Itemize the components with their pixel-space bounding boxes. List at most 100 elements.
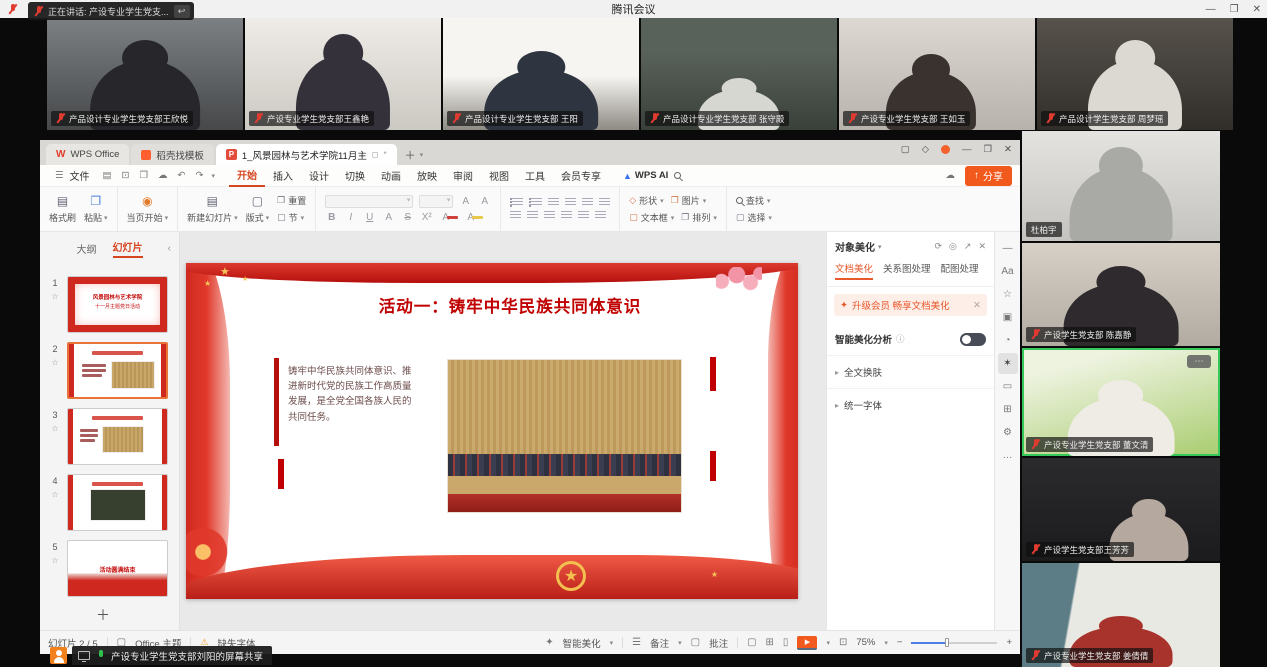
favorites-icon[interactable]: ☆ xyxy=(998,284,1018,305)
increase-indent-icon[interactable] xyxy=(565,198,576,207)
wps-restore-button[interactable]: ❐ xyxy=(984,144,993,155)
notes-sidebar-icon[interactable]: ▭ xyxy=(998,376,1018,397)
decrease-indent-icon[interactable] xyxy=(548,198,559,207)
fit-window-icon[interactable]: ⊡ xyxy=(839,637,847,648)
cloud-status-icon[interactable]: ☁ xyxy=(944,170,958,181)
properties-icon[interactable]: Aa xyxy=(998,261,1018,282)
ribbon-tab-tools[interactable]: 工具 xyxy=(517,165,553,186)
zoom-level[interactable]: 75% xyxy=(856,637,875,648)
slideshow-play-button[interactable]: ▶ xyxy=(797,636,817,650)
window-layout-icon[interactable]: ▢ xyxy=(901,144,910,155)
text-direction-icon[interactable] xyxy=(599,198,610,207)
slide-canvas[interactable]: ★ ★ ★ ★ ★ 活动一：铸牢中华民族共同体意识 铸牢中华民族共同体意识、推进… xyxy=(180,232,826,630)
comments-button[interactable]: 批注 xyxy=(709,636,728,650)
tab-diagram-process[interactable]: 关系图处理 xyxy=(883,261,931,280)
more-options-icon[interactable]: ⋯ xyxy=(1187,355,1211,368)
apps-grid-icon[interactable]: ⊞ xyxy=(998,399,1018,420)
tab-wps-home[interactable]: W WPS Office xyxy=(46,144,129,165)
reading-view-icon[interactable]: ▯ xyxy=(783,637,789,648)
ribbon-tab-transition[interactable]: 切换 xyxy=(337,165,373,186)
star-icon[interactable]: ☆ xyxy=(51,358,58,367)
font-name-select[interactable] xyxy=(325,195,413,208)
search-icon[interactable] xyxy=(674,172,681,179)
maximize-button[interactable]: ❐ xyxy=(1230,4,1239,15)
output-icon[interactable]: ⊡ xyxy=(120,170,132,181)
section-button[interactable]: ▢ 节▾ xyxy=(277,211,306,224)
close-panel-icon[interactable]: ✕ xyxy=(978,241,986,252)
shapes-button[interactable]: ◇形状▾ xyxy=(629,194,663,207)
notes-button[interactable]: 备注 xyxy=(650,636,669,650)
section-unify-fonts[interactable]: ▸ 统一字体 xyxy=(827,388,994,421)
add-slide-button[interactable]: ＋ xyxy=(96,605,179,625)
pin-icon[interactable]: ↗ xyxy=(964,241,972,252)
quickbar-caret-icon[interactable]: ▾ xyxy=(211,172,215,180)
tab-slides[interactable]: 幻灯片 xyxy=(113,239,143,258)
ribbon-tab-animation[interactable]: 动画 xyxy=(373,165,409,186)
star-icon[interactable]: ☆ xyxy=(51,424,58,433)
tab-current-document[interactable]: P 1_风景园林与艺术学院11月主 ◻ * xyxy=(216,144,397,165)
skin-icon[interactable]: ◇ xyxy=(922,144,929,155)
history-icon[interactable]: ◔ xyxy=(998,330,1018,351)
video-tile[interactable]: 杜柏宇 xyxy=(1022,131,1220,241)
save-icon[interactable]: ▤ xyxy=(101,170,114,181)
slide-thumbnail-5[interactable]: 5☆ 活动圆满结束 xyxy=(48,540,173,597)
tab-list-caret-icon[interactable]: ▾ xyxy=(420,151,424,159)
picture-button[interactable]: ❐图片▾ xyxy=(671,194,707,207)
strikethrough-button[interactable]: S xyxy=(401,212,414,223)
material-library-icon[interactable]: ▣ xyxy=(998,307,1018,328)
normal-view-icon[interactable]: ▢ xyxy=(747,637,756,648)
minimize-button[interactable]: — xyxy=(1206,4,1216,15)
ribbon-tab-insert[interactable]: 插入 xyxy=(265,165,301,186)
paste-button[interactable]: ❐ 粘贴▾ xyxy=(84,194,108,224)
textbox-button[interactable]: ▢文本框▾ xyxy=(629,211,674,224)
meeting-app-icon[interactable] xyxy=(50,647,67,664)
decrease-font-icon[interactable]: A xyxy=(478,196,491,207)
section-full-reskin[interactable]: ▸ 全文换肤 xyxy=(827,355,994,388)
play-from-current-button[interactable]: ◉ 当页开始▾ xyxy=(127,194,169,224)
beautify-icon[interactable]: ✶ xyxy=(998,353,1018,374)
settings-icon[interactable]: ⚙ xyxy=(998,422,1018,443)
slide-thumbnail-2-selected[interactable]: 2☆ xyxy=(48,342,173,399)
star-icon[interactable]: ☆ xyxy=(51,490,58,499)
video-tile[interactable]: 产设学生党支部王芳芳 xyxy=(1022,458,1220,561)
ribbon-tab-home[interactable]: 开始 xyxy=(229,164,265,187)
slide-photo-meeting-hall[interactable] xyxy=(448,360,681,512)
font-size-select[interactable] xyxy=(419,195,453,208)
slide-layout-button[interactable]: ▢ 版式▾ xyxy=(246,194,270,224)
underline-button[interactable]: U xyxy=(363,212,376,223)
collapse-panel-icon[interactable]: ‹ xyxy=(168,243,171,254)
file-menu[interactable]: ☰ 文件 xyxy=(48,168,95,183)
wps-minimize-button[interactable]: — xyxy=(962,144,972,155)
share-status-toast[interactable]: 产设专业学生党支部刘阳的屏幕共享 xyxy=(72,646,272,665)
collapse-sidebar-icon[interactable]: — xyxy=(998,238,1018,259)
video-tile[interactable]: 产设专业学生党支部王鑫艳 xyxy=(245,18,441,130)
undo-icon[interactable]: ↶ xyxy=(176,170,188,181)
more-tools-icon[interactable]: … xyxy=(998,445,1018,466)
new-tab-button[interactable]: ＋ xyxy=(405,147,416,163)
video-tile-active-speaker[interactable]: ⋯ 产设专业学生党支部 董文清 xyxy=(1022,348,1220,456)
columns-icon[interactable] xyxy=(578,211,589,220)
tab-doc-beautify[interactable]: 文档美化 xyxy=(835,261,873,280)
bullet-list-icon[interactable] xyxy=(510,198,523,207)
feedback-icon[interactable]: ◎ xyxy=(949,241,957,252)
video-tile[interactable]: 产品设计专业学生党支部王欣悦 xyxy=(47,18,243,130)
video-tile[interactable]: 产设学生党支部 陈嘉静 xyxy=(1022,243,1220,346)
format-painter-button[interactable]: ▤ 格式刷 xyxy=(49,194,76,224)
ribbon-tab-review[interactable]: 审阅 xyxy=(445,165,481,186)
char-border-button[interactable]: A xyxy=(382,212,395,223)
video-tile[interactable]: 产品设计专业学生党支部 张守殿 xyxy=(641,18,837,130)
slide-title[interactable]: 活动一：铸牢中华民族共同体意识 xyxy=(186,293,798,317)
select-button[interactable]: ▢选择▾ xyxy=(736,211,772,224)
zoom-slider-handle[interactable] xyxy=(945,638,949,647)
smart-beautify-button[interactable]: 智能美化 xyxy=(563,636,601,650)
slide-thumbnail-1[interactable]: 1☆ 风景园林与艺术学院十一月主题党日活动 xyxy=(48,276,173,333)
bold-button[interactable]: B xyxy=(325,212,338,223)
increase-font-icon[interactable]: A xyxy=(459,196,472,207)
panel-caret-icon[interactable]: ▾ xyxy=(878,243,882,251)
arrange-button[interactable]: ❐排列▾ xyxy=(681,211,717,224)
close-banner-icon[interactable]: ✕ xyxy=(973,300,981,311)
superscript-button[interactable]: X² xyxy=(420,212,433,223)
tab-outline[interactable]: 大纲 xyxy=(77,241,97,256)
video-tile[interactable]: 产设专业学生党支部 王如玉 xyxy=(839,18,1035,130)
new-slide-button[interactable]: ▤ 新建幻灯片▾ xyxy=(187,194,238,224)
